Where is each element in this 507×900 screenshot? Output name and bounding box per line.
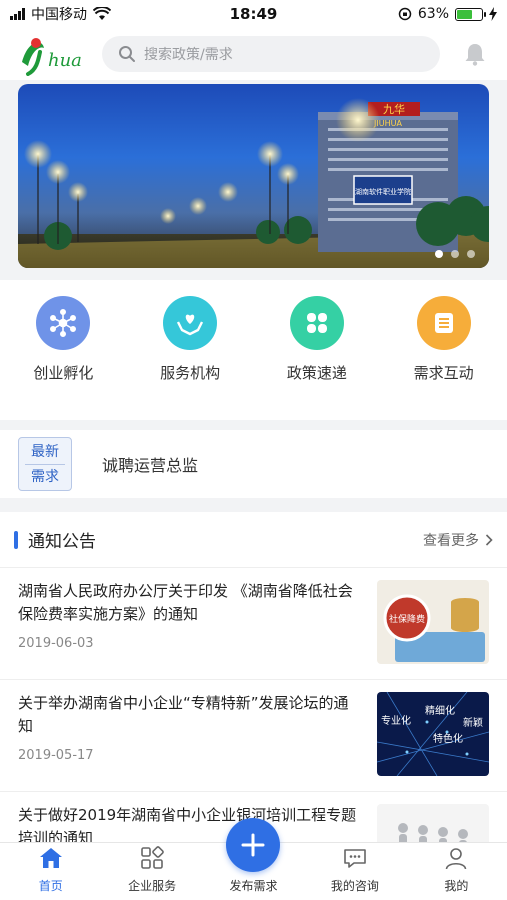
tab-label: 企业服务: [128, 879, 177, 893]
carrier-label: 中国移动: [31, 7, 87, 23]
home-icon: [39, 848, 62, 868]
news-thumbnail: 专业化 精细化 新颖 特色化: [377, 692, 489, 776]
thumb-word: 专业化: [381, 714, 411, 727]
thumb-stamp-text: 社保降费: [389, 613, 425, 625]
banner-sign-board: 湖南软件职业学院: [355, 187, 411, 196]
news-text: 关于举办湖南省中小企业“专精特新”发展论坛的通知 2019-05-17: [18, 692, 377, 791]
news-text: 湖南省人民政府办公厅关于印发 《湖南省降低社会保险费率实施方案》的通知 2019…: [18, 580, 377, 679]
chevron-right-icon: [485, 533, 493, 546]
status-left: 中国移动: [10, 4, 180, 24]
chat-icon: [344, 849, 366, 868]
tab-consult[interactable]: 我的咨询: [304, 843, 405, 900]
svg-text:hua: hua: [48, 50, 82, 71]
search-placeholder: 搜索政策/需求: [144, 47, 233, 63]
quick-label: 服务机构: [160, 364, 221, 382]
wifi-icon: [93, 7, 111, 20]
status-right: 63%: [327, 6, 497, 22]
view-more-link[interactable]: 查看更多: [423, 530, 493, 550]
heart-hands-icon: [163, 296, 218, 350]
news-date: 2019-06-03: [18, 636, 94, 651]
top-bar: hua 搜索政策/需求: [0, 28, 507, 80]
carousel-indicators[interactable]: [435, 250, 475, 258]
status-time: 18:49: [229, 5, 278, 23]
document-icon: [416, 296, 471, 350]
carousel-dot[interactable]: [435, 250, 443, 258]
latest-demand-bar[interactable]: 最新 需求 诚聘运营总监: [0, 430, 507, 498]
banner-image: 九华 JIUHUA 湖南软件职业学院: [18, 98, 489, 268]
tab-label: 我的咨询: [330, 879, 379, 893]
rotation-lock-icon: [398, 7, 412, 21]
carousel-dot[interactable]: [451, 250, 459, 258]
news-text: 关于做好2019年湖南省中小企业银河培训工程专题培训的通知: [18, 804, 377, 842]
thumb-word: 新颖: [463, 716, 483, 729]
section-title: 通知公告: [28, 532, 96, 552]
quick-label: 政策速递: [286, 364, 347, 382]
news-date: 2019-05-17: [18, 748, 94, 763]
quick-label: 需求互动: [413, 364, 474, 382]
battery-icon: [455, 7, 486, 21]
tab-mine[interactable]: 我的: [406, 843, 507, 900]
signal-icon: [10, 8, 25, 20]
banner-carousel[interactable]: 九华 JIUHUA 湖南软件职业学院: [18, 84, 489, 268]
tab-home[interactable]: 首页: [0, 843, 101, 900]
tab-enterprise-service[interactable]: 企业服务: [101, 843, 202, 900]
tab-label: 首页: [38, 879, 63, 893]
news-thumbnail: [377, 804, 489, 842]
view-more-label: 查看更多: [423, 532, 479, 549]
quick-item-demand[interactable]: 需求互动: [380, 280, 507, 420]
publish-button[interactable]: [226, 818, 280, 872]
plus-icon: [241, 833, 265, 857]
network-icon: [36, 296, 91, 350]
quick-item-policy[interactable]: 政策速递: [254, 280, 381, 420]
notice-header: 通知公告 查看更多: [0, 512, 507, 568]
user-icon: [446, 848, 467, 870]
news-title: 关于做好2019年湖南省中小企业银河培训工程专题培训的通知: [18, 806, 357, 842]
section-accent: [14, 530, 18, 549]
quick-item-incubation[interactable]: 创业孵化: [0, 280, 127, 420]
status-bar: 中国移动 18:49 63%: [0, 0, 507, 28]
latest-demand-badge: 最新 需求: [18, 437, 72, 491]
bell-icon[interactable]: [462, 41, 488, 67]
list-item[interactable]: 关于举办湖南省中小企业“专精特新”发展论坛的通知 2019-05-17 专业化 …: [0, 680, 507, 792]
thumb-word: 精细化: [425, 704, 455, 717]
notice-section: 通知公告 查看更多 湖南省人民政府办公厅关于印发 《湖南省降低社会保险费率实施方…: [0, 512, 507, 842]
list-item[interactable]: 湖南省人民政府办公厅关于印发 《湖南省降低社会保险费率实施方案》的通知 2019…: [0, 568, 507, 680]
tab-label: 发布需求: [229, 879, 278, 893]
grid-icon: [141, 846, 164, 869]
search-input[interactable]: 搜索政策/需求: [102, 36, 440, 72]
clover-icon: [289, 296, 344, 350]
badge-top: 最新: [31, 443, 59, 460]
quick-label: 创业孵化: [33, 364, 94, 382]
news-title: 湖南省人民政府办公厅关于印发 《湖南省降低社会保险费率实施方案》的通知: [18, 582, 353, 623]
carousel-dot[interactable]: [467, 250, 475, 258]
latest-demand-text[interactable]: 诚聘运营总监: [102, 452, 198, 476]
app-logo[interactable]: hua: [14, 32, 86, 76]
quick-item-service-agency[interactable]: 服务机构: [127, 280, 254, 420]
search-icon: [119, 46, 135, 62]
thumb-word: 特色化: [433, 732, 463, 745]
news-thumbnail: 社保降费: [377, 580, 489, 664]
battery-percent: 63%: [417, 6, 449, 22]
banner-sign-top: 九华: [383, 102, 405, 116]
badge-bottom: 需求: [31, 468, 59, 485]
news-title: 关于举办湖南省中小企业“专精特新”发展论坛的通知: [18, 694, 349, 735]
charging-icon: [489, 7, 497, 21]
tab-label: 我的: [444, 879, 469, 893]
quick-actions: 创业孵化 服务机构 政策速递 需求互动: [0, 280, 507, 420]
